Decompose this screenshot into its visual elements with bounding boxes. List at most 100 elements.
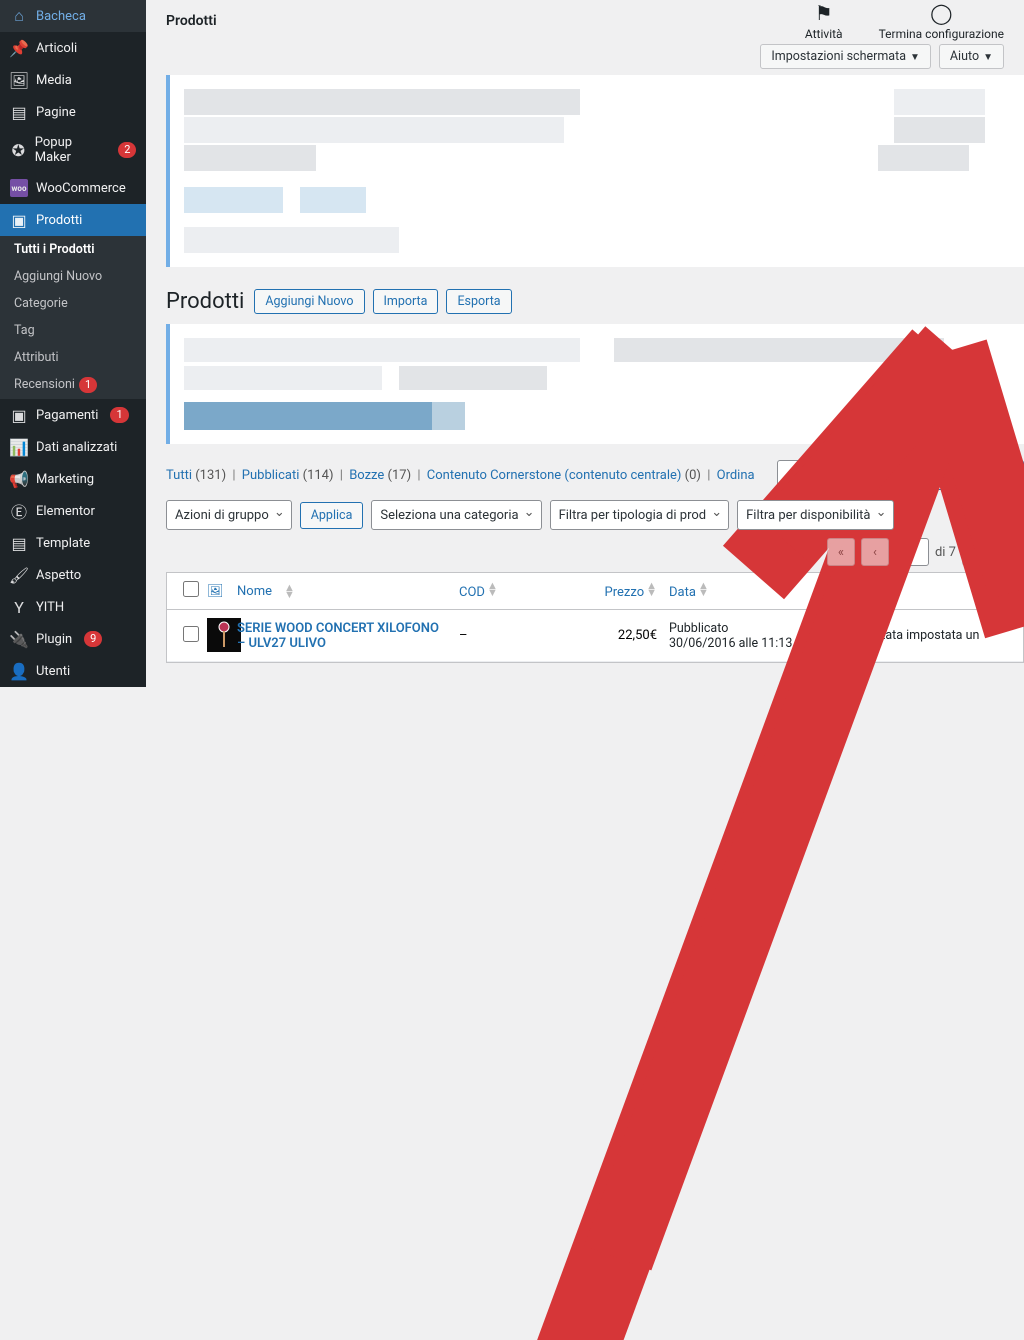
select-all-checkbox[interactable] — [183, 581, 199, 597]
row-checkbox[interactable] — [183, 626, 199, 642]
marketing-icon: 📢 — [10, 470, 28, 488]
table-row: SERIE WOOD CONCERT XILOFONO – ULV27 ULIV… — [167, 610, 1023, 662]
submenu-recensioni[interactable]: Recensioni 1 — [0, 371, 146, 399]
page-crumb: Prodotti — [166, 13, 217, 29]
submenu-tutti-prodotti[interactable]: Tutti i Prodotti — [0, 236, 146, 263]
arrow-annotation-icon — [483, 302, 1024, 1340]
add-new-button[interactable]: Aggiungi Nuovo — [254, 289, 364, 314]
submenu-aggiungi-nuovo[interactable]: Aggiungi Nuovo — [0, 263, 146, 290]
activity-label: Attività — [805, 27, 843, 41]
woo-icon: woo — [10, 179, 28, 197]
popup-icon: ✪ — [10, 141, 27, 159]
sidebar-label: Marketing — [36, 472, 94, 487]
pagination: 131 elementi « ‹ di 7 › » — [166, 538, 1024, 566]
filter-cornerstone[interactable]: Contenuto Cornerstone (contenuto central… — [427, 468, 682, 483]
activity-button[interactable]: ⚑ Attività — [805, 1, 843, 41]
notice-panel-2 — [166, 324, 1024, 444]
sidebar-item-dati-analizzati[interactable]: 📊Dati analizzati — [0, 431, 146, 463]
yith-icon: Y — [10, 598, 28, 616]
type-filter-select[interactable]: Filtra per tipologia di prod — [550, 500, 730, 530]
page-last-button[interactable]: » — [996, 538, 1024, 566]
column-data-header[interactable]: Data▲▼ — [663, 582, 833, 600]
payments-icon: ▣ — [10, 406, 28, 424]
apply-button[interactable]: Applica — [300, 502, 364, 529]
sidebar-item-utenti[interactable]: 👤 Utenti — [0, 655, 146, 687]
filter-button[interactable]: Filtra — [973, 502, 1024, 529]
sidebar-item-articoli[interactable]: 📌Articoli — [0, 32, 146, 64]
sort-icon: ▲▼ — [646, 582, 657, 596]
sidebar-item-yith[interactable]: YYITH — [0, 591, 146, 623]
submenu-tag[interactable]: Tag — [0, 317, 146, 344]
sidebar-label: Recensioni — [14, 377, 75, 392]
sidebar-item-bacheca[interactable]: ⌂ Bacheca — [0, 0, 146, 32]
users-icon: 👤 — [10, 662, 28, 680]
sidebar-item-aspetto[interactable]: 🖌Aspetto — [0, 559, 146, 591]
chevron-down-icon: ▼ — [983, 52, 993, 63]
filter-pubblicati[interactable]: Pubblicati — [242, 468, 300, 483]
column-cod-header[interactable]: COD▲▼ — [453, 582, 573, 600]
category-select[interactable]: Seleziona una categoria — [371, 500, 541, 530]
finish-setup-button[interactable]: ◯ Termina configurazione — [879, 1, 1004, 41]
page-title: Prodotti — [166, 289, 244, 314]
sidebar-item-pagine[interactable]: ▤Pagine — [0, 96, 146, 128]
availability-filter-select[interactable]: Filtra per disponibilità — [737, 500, 893, 530]
screen-options-button[interactable]: Impostazioni schermata▼ — [760, 44, 931, 69]
page-of-label: di 7 — [935, 545, 956, 560]
sidebar-item-media[interactable]: 🖼Media — [0, 64, 146, 96]
analytics-icon: 📊 — [10, 438, 28, 456]
sidebar-label: Template — [36, 536, 90, 551]
chevron-down-icon: ▼ — [910, 52, 920, 63]
sidebar-label: Media — [36, 73, 72, 88]
sidebar-item-pagamenti[interactable]: ▣Pagamenti1 — [0, 399, 146, 431]
sidebar-label: Prodotti — [36, 213, 82, 228]
sidebar-item-prodotti[interactable]: ▣Prodotti — [0, 204, 146, 236]
column-image-header[interactable]: 🖼 — [201, 584, 231, 599]
label: Aiuto — [950, 49, 979, 64]
sidebar-item-plugin[interactable]: 🔌Plugin9 — [0, 623, 146, 655]
product-date: Pubblicato30/06/2016 alle 11:13 — [663, 621, 833, 651]
sidebar-item-woocommerce[interactable]: wooWooCommerce — [0, 172, 146, 204]
page-first-button[interactable]: « — [827, 538, 855, 566]
sort-icon: ▲▼ — [487, 582, 498, 596]
products-table: 🖼 Nome▲▼ COD▲▼ Prezzo▲▼ Data▲▼ Lingue SE… — [166, 572, 1024, 663]
filter-bozze[interactable]: Bozze — [349, 468, 384, 483]
sidebar-item-elementor[interactable]: ⒺElementor — [0, 495, 146, 527]
page-next-button[interactable]: › — [962, 538, 990, 566]
template-icon: ▤ — [10, 534, 28, 552]
sidebar-item-popup-maker[interactable]: ✪Popup Maker2 — [0, 128, 146, 172]
sidebar-label: Pagamenti — [36, 408, 98, 423]
notice-panel — [166, 75, 1024, 267]
import-button[interactable]: Importa — [373, 289, 439, 314]
sidebar-item-marketing[interactable]: 📢 Marketing — [0, 463, 146, 495]
filter-ordina[interactable]: Ordina — [717, 468, 755, 483]
column-nome-header[interactable]: Nome▲▼ — [231, 584, 453, 599]
admin-sidebar: ⌂ Bacheca 📌Articoli 🖼Media ▤Pagine ✪ Popup… — [0, 0, 146, 687]
export-button[interactable]: Esporta — [446, 289, 511, 314]
sidebar-label: Bacheca — [36, 9, 86, 24]
view-filter-links: Tutti (131) | Pubblicati (114) | Bozze (… — [166, 468, 755, 483]
help-button[interactable]: Aiuto ▼ — [939, 44, 1004, 69]
arrow-annotation-icon — [546, 302, 1024, 1340]
filter-tutti[interactable]: Tutti — [166, 468, 192, 483]
product-title-link[interactable]: SERIE WOOD CONCERT XILOFONO – ULV27 ULIV… — [237, 621, 447, 651]
page-prev-button[interactable]: ‹ — [861, 538, 889, 566]
submenu-categorie[interactable]: Categorie — [0, 290, 146, 317]
sidebar-label: Popup Maker — [35, 135, 106, 165]
badge: 1 — [79, 377, 97, 393]
search-button[interactable]: Cerca prodotti — [923, 460, 1024, 490]
sidebar-submenu: Tutti i Prodotti Aggiungi Nuovo Categori… — [0, 236, 146, 399]
sidebar-item-template[interactable]: ▤ Template — [0, 527, 146, 559]
page-icon: ▤ — [10, 103, 28, 121]
column-prezzo-header[interactable]: Prezzo▲▼ — [573, 582, 663, 600]
bulk-actions-select[interactable]: Azioni di gruppo — [166, 500, 292, 530]
element-count: 131 elementi — [740, 545, 815, 560]
page-input[interactable] — [895, 538, 929, 566]
sidebar-label: Utenti — [36, 664, 70, 679]
pin-icon: 📌 — [10, 39, 28, 57]
search-input[interactable] — [777, 460, 917, 490]
top-bar: Prodotti ⚑ Attività ◯ Termina configuraz… — [146, 0, 1024, 42]
dashboard-icon: ⌂ — [10, 7, 28, 25]
flag-icon: ⚑ — [805, 1, 843, 25]
elementor-icon: Ⓔ — [10, 502, 28, 520]
submenu-attributi[interactable]: Attributi — [0, 344, 146, 371]
